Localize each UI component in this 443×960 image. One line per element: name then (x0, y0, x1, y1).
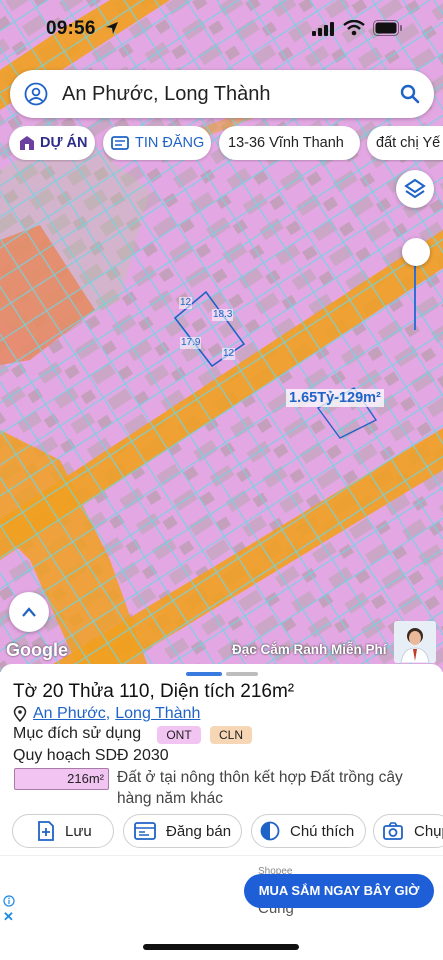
legend-label: Chú thích (290, 822, 355, 840)
home-indicator[interactable] (143, 944, 299, 950)
free-survey-promo[interactable]: Đạc Cắm Ranh Miễn Phí (232, 642, 387, 657)
listing-icon (111, 136, 129, 150)
parcel-info-sheet: Tờ 20 Thửa 110, Diện tích 216m² An Phước… (0, 664, 443, 864)
chip-tin-dang-label: TIN ĐĂNG (135, 135, 205, 151)
user-icon[interactable] (24, 82, 48, 106)
capture-label: Chụp (414, 822, 443, 840)
map-pin-icon (13, 706, 27, 722)
chip-vinh-thanh[interactable]: 13-36 Vĩnh Thanh (219, 126, 360, 160)
chip-dat-chi-label: đất chị Yế (376, 135, 441, 151)
layers-button[interactable] (396, 170, 434, 208)
purpose-label: Mục đích sử dụng (13, 725, 142, 742)
save-label: Lưu (65, 822, 92, 840)
chevron-up-icon (22, 607, 36, 617)
wifi-icon (343, 20, 365, 36)
purpose-badge-cln: CLN (210, 726, 252, 744)
location-separator: , (105, 705, 111, 722)
battery-icon (373, 20, 402, 36)
location-row: An Phước , Long Thành (13, 703, 200, 725)
save-doc-icon (38, 821, 54, 841)
ad-info-icon[interactable] (3, 895, 15, 907)
sheet-handle-secondary[interactable] (226, 672, 258, 676)
expand-button[interactable] (9, 592, 49, 632)
ad-banner[interactable]: ✕ Shopee Cùng MUA SẮM NGAY BÂY GIỜ (0, 855, 443, 925)
action-bar: Lưu Đăng bán Chú thích Chụp (0, 814, 443, 850)
signal-icon (312, 22, 334, 36)
chip-du-an[interactable]: DỰ ÁN (9, 126, 95, 160)
status-time: 09:56 (46, 18, 96, 39)
search-bar[interactable]: An Phước, Long Thành (10, 70, 434, 118)
location-arrow-icon (106, 22, 118, 34)
post-listing-icon (134, 822, 156, 840)
sheet-handle[interactable] (186, 672, 222, 676)
search-icon[interactable] (398, 82, 422, 106)
post-sale-button[interactable]: Đăng bán (123, 814, 242, 848)
chip-du-an-label: DỰ ÁN (40, 135, 88, 151)
status-bar: 09:56 (0, 0, 443, 58)
save-button[interactable]: Lưu (12, 814, 114, 848)
capture-button[interactable]: Chụp (373, 814, 443, 848)
google-logo: Google (6, 640, 68, 660)
chip-vinh-thanh-label: 13-36 Vĩnh Thanh (228, 135, 344, 151)
filter-chips: DỰ ÁN TIN ĐĂNG 13-36 Vĩnh Thanh đất chị … (0, 126, 443, 162)
contrast-icon (260, 821, 280, 841)
search-input[interactable]: An Phước, Long Thành (62, 83, 271, 106)
commune-link[interactable]: An Phước (33, 705, 106, 723)
listing-price-tag[interactable]: 1.65Tỷ-129m² (286, 389, 384, 407)
parcel-edge-left: 17.9 (180, 337, 202, 349)
ad-cta-button[interactable]: MUA SẮM NGAY BÂY GIỜ (244, 874, 434, 908)
camera-icon (383, 822, 403, 840)
district-link[interactable]: Long Thành (115, 705, 200, 723)
post-sale-label: Đăng bán (166, 822, 232, 840)
plan-description: Đất ở tại nông thôn kết hợp Đất trồng câ… (117, 769, 403, 807)
plan-label: Quy hoạch SDĐ 2030 (13, 747, 169, 764)
opacity-slider-thumb[interactable] (402, 238, 430, 266)
parcel-title: Tờ 20 Thửa 110, Diện tích 216m² (13, 681, 295, 702)
layers-icon (404, 178, 426, 199)
plan-area-badge: 216m² (14, 768, 109, 790)
close-icon[interactable]: ✕ (3, 909, 14, 925)
purpose-badge-ont: ONT (157, 726, 201, 744)
parcel-edge-right: 18.3 (212, 309, 234, 321)
legend-button[interactable]: Chú thích (251, 814, 366, 848)
parcel-edge-bottom: 12 (222, 348, 236, 360)
chip-dat-chi[interactable]: đất chị Yế (367, 126, 443, 160)
chip-tin-dang[interactable]: TIN ĐĂNG (103, 126, 211, 160)
building-icon (20, 136, 34, 150)
parcel-edge-top: 12 (179, 297, 193, 309)
avatar[interactable] (394, 621, 436, 663)
